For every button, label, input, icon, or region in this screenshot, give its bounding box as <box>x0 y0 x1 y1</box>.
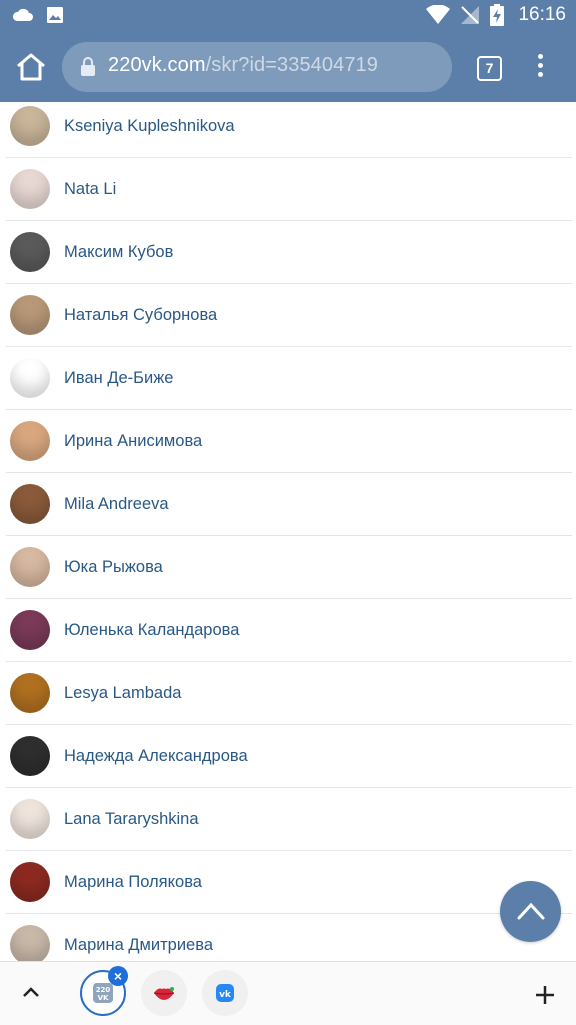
friend-name[interactable]: Марина Полякова <box>64 873 202 892</box>
url-domain: 220vk.com <box>108 54 206 76</box>
browser-toolbar: 220vk.com/skr?id=335404719 7 <box>0 32 576 102</box>
avatar[interactable] <box>10 736 50 776</box>
friend-row[interactable]: Ирина Анисимова <box>6 410 572 473</box>
avatar[interactable] <box>10 358 50 398</box>
friend-name[interactable]: Mila Andreeva <box>64 495 169 514</box>
no-signal-icon <box>461 6 480 24</box>
status-bar: 16:16 <box>0 0 576 32</box>
friend-name[interactable]: Наталья Суборнова <box>64 306 217 325</box>
friend-row[interactable]: Mila Andreeva <box>6 473 572 536</box>
vk-logo-icon: vk <box>216 984 234 1002</box>
image-icon <box>47 7 63 23</box>
friend-row[interactable]: Максим Кубов <box>6 221 572 284</box>
tab-lips-app[interactable] <box>141 970 187 1016</box>
avatar[interactable] <box>10 547 50 587</box>
avatar[interactable] <box>10 232 50 272</box>
address-bar[interactable]: 220vk.com/skr?id=335404719 <box>62 42 452 92</box>
close-tab-button[interactable]: × <box>108 966 128 986</box>
friend-row[interactable]: Lana Tararyshkina <box>6 788 572 851</box>
friend-row[interactable]: Lesya Lambada <box>6 662 572 725</box>
clock: 16:16 <box>518 4 566 25</box>
avatar[interactable] <box>10 799 50 839</box>
avatar[interactable] <box>10 610 50 650</box>
avatar[interactable] <box>10 484 50 524</box>
url-path: /skr?id=335404719 <box>205 54 379 76</box>
svg-text:220: 220 <box>96 986 111 994</box>
cloud-icon <box>12 8 33 21</box>
friend-row[interactable]: Иван Де-Биже <box>6 347 572 410</box>
friend-name[interactable]: Иван Де-Биже <box>64 369 173 388</box>
lips-icon <box>153 987 175 1000</box>
tab-switcher-button[interactable]: 7 <box>477 56 502 81</box>
friend-row[interactable]: Юленька Каландарова <box>6 599 572 662</box>
avatar[interactable] <box>10 295 50 335</box>
friend-name[interactable]: Надежда Александрова <box>64 747 248 766</box>
friend-name[interactable]: Nata Li <box>64 180 116 199</box>
avatar[interactable] <box>10 673 50 713</box>
svg-text:vk: vk <box>219 990 232 1000</box>
avatar[interactable] <box>10 106 50 146</box>
friend-name[interactable]: Юка Рыжова <box>64 558 163 577</box>
friend-name[interactable]: Ирина Анисимова <box>64 432 202 451</box>
friend-name[interactable]: Lana Tararyshkina <box>64 810 199 829</box>
chevron-up-icon <box>517 902 545 920</box>
avatar[interactable] <box>10 421 50 461</box>
friend-name[interactable]: Lesya Lambada <box>64 684 181 703</box>
friend-row[interactable]: Надежда Александрова <box>6 725 572 788</box>
friend-name[interactable]: Марина Дмитриева <box>64 936 213 955</box>
avatar[interactable] <box>10 169 50 209</box>
new-tab-plus-icon[interactable] <box>534 984 556 1006</box>
svg-text:VK: VK <box>98 994 109 1002</box>
battery-charging-icon <box>490 4 505 26</box>
friend-row[interactable]: Наталья Суборнова <box>6 284 572 347</box>
bottom-tab-bar: 220 VK × vk <box>0 961 576 1025</box>
home-icon[interactable] <box>14 52 48 82</box>
friend-name[interactable]: Kseniya Kupleshnikova <box>64 117 235 136</box>
scroll-top-button[interactable] <box>500 881 561 942</box>
wifi-icon <box>426 5 451 24</box>
avatar[interactable] <box>10 862 50 902</box>
friend-list: Kseniya Kupleshnikova Nata Li Максим Кубов… <box>6 95 572 977</box>
avatar[interactable] <box>10 925 50 965</box>
lock-icon <box>81 57 95 76</box>
friend-row[interactable]: Nata Li <box>6 158 572 221</box>
more-menu-icon[interactable] <box>532 54 548 82</box>
tab-vk[interactable]: vk <box>202 970 248 1016</box>
url-text[interactable]: 220vk.com/skr?id=335404719 <box>108 54 378 77</box>
friend-row[interactable]: Kseniya Kupleshnikova <box>6 95 572 158</box>
friend-row[interactable]: Юка Рыжова <box>6 536 572 599</box>
friend-name[interactable]: Юленька Каландарова <box>64 621 239 640</box>
expand-up-icon[interactable] <box>20 984 42 1000</box>
friend-name[interactable]: Максим Кубов <box>64 243 173 262</box>
friend-row[interactable]: Марина Полякова <box>6 851 572 914</box>
